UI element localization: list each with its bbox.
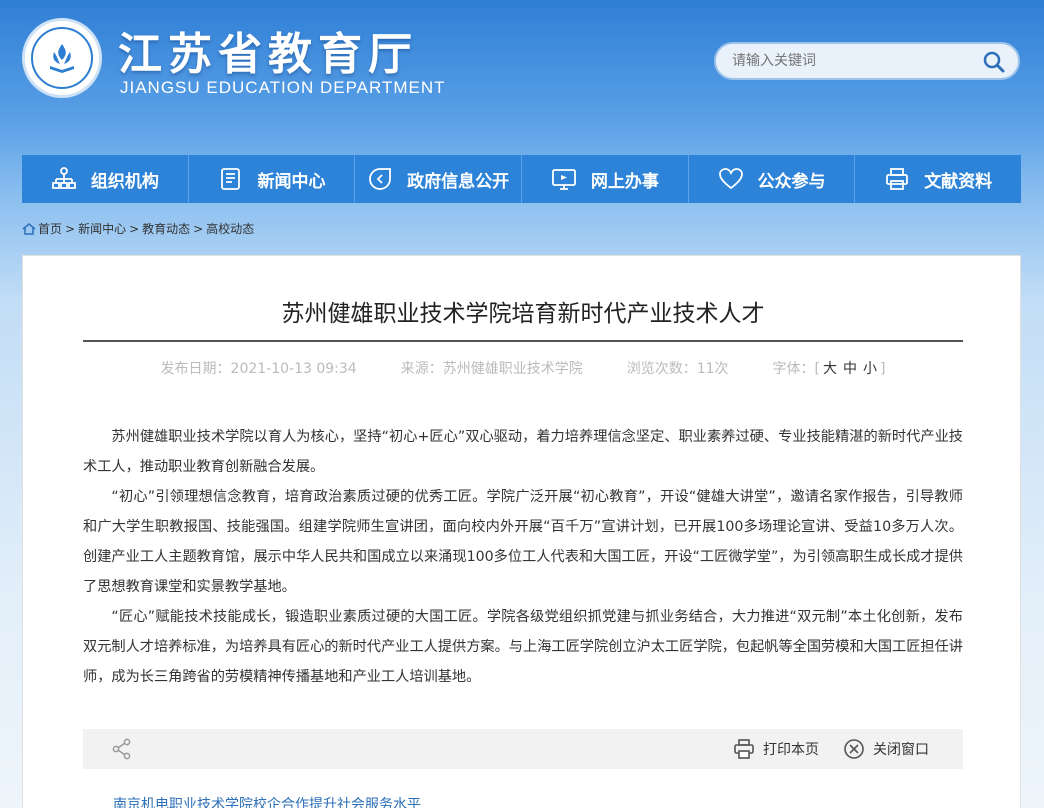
breadcrumb-edu-news[interactable]: 教育动态 [142, 220, 190, 237]
font-size-switcher: 字体：[大中小] [772, 361, 886, 377]
info-open-icon [369, 168, 392, 190]
nav-item-public[interactable]: 公众参与 [689, 155, 856, 203]
org-chart-icon [51, 167, 76, 189]
breadcrumb: 首页 > 新闻中心 > 教育动态 > 高校动态 [22, 220, 254, 237]
nav-label: 政府信息公开 [407, 171, 510, 192]
nav-item-docs[interactable]: 文献资料 [855, 155, 1021, 203]
share-icon[interactable] [111, 738, 133, 760]
nav-item-info-open[interactable]: 政府信息公开 [355, 155, 523, 203]
print-button[interactable]: 打印本页 [733, 738, 819, 760]
nav-label: 新闻中心 [257, 171, 326, 192]
breadcrumb-separator: > [65, 221, 76, 236]
paragraph: “匠心”赋能技术技能成长，锻造职业素质过硬的大国工匠。学院各级党组织抓党建与抓业… [83, 609, 963, 685]
printer-icon [886, 168, 909, 190]
home-icon [22, 222, 36, 235]
close-window-button[interactable]: 关闭窗口 [843, 738, 929, 760]
paragraph: 苏州健雄职业技术学院以育人为核心，坚持“初心+匠心”双心驱动，着力培养理信念坚定… [83, 429, 963, 475]
font-medium-button[interactable]: 中 [843, 361, 857, 377]
nav-item-online-service[interactable]: 网上办事 [522, 155, 689, 203]
printer-icon [734, 739, 754, 759]
site-header: 江苏省教育厅 JIANGSU EDUCATION DEPARTMENT [0, 0, 1044, 150]
article-source: 来源：苏州健雄职业技术学院 [400, 361, 583, 377]
main-nav: 组织机构 新闻中心 政府信息公开 网上办事 公众参与 文献资料 [22, 155, 1021, 203]
paragraph: “初心”引领理想信念教育，培育政治素质过硬的优秀工匠。学院广泛开展“初心教育”，… [83, 489, 963, 595]
breadcrumb-news[interactable]: 新闻中心 [78, 220, 126, 237]
search-input[interactable] [732, 51, 972, 71]
article-title: 苏州健雄职业技术学院培育新时代产业技术人才 [281, 301, 765, 327]
heart-icon [718, 168, 743, 190]
education-emblem-logo[interactable] [22, 18, 102, 98]
article-body: 苏州健雄职业技术学院以育人为核心，坚持“初心+匠心”双心驱动，着力培养理信念坚定… [83, 422, 963, 692]
article-container: 苏州健雄职业技术学院培育新时代产业技术人才 发布日期：2021-10-13 09… [22, 255, 1021, 808]
article-meta: 发布日期：2021-10-13 09:34 来源：苏州健雄职业技术学院 浏览次数… [83, 358, 963, 378]
book-flame-icon [50, 44, 74, 73]
close-label: 关闭窗口 [873, 742, 929, 758]
nav-label: 文献资料 [924, 171, 993, 192]
nav-label: 网上办事 [590, 171, 659, 192]
font-large-button[interactable]: 大 [823, 361, 837, 377]
search-box [714, 42, 1020, 80]
nav-label: 组织机构 [90, 171, 159, 192]
nav-label: 公众参与 [757, 171, 826, 192]
view-count: 浏览次数：11次 [626, 361, 729, 377]
publish-date: 发布日期：2021-10-13 09:34 [160, 361, 357, 377]
breadcrumb-college-news[interactable]: 高校动态 [206, 220, 254, 237]
print-label: 打印本页 [763, 742, 819, 758]
nav-item-org[interactable]: 组织机构 [22, 155, 189, 203]
font-small-button[interactable]: 小 [863, 361, 877, 377]
breadcrumb-separator: > [129, 221, 140, 236]
nav-item-news[interactable]: 新闻中心 [189, 155, 356, 203]
title-divider [83, 340, 963, 342]
search-icon[interactable] [982, 50, 1006, 74]
related-article-link[interactable]: 南京机电职业技术学院校企合作提升社会服务水平 [113, 794, 421, 808]
breadcrumb-separator: > [193, 221, 204, 236]
site-title: 江苏省教育厅 [118, 29, 418, 80]
font-size-label: 字体： [772, 361, 815, 377]
site-subtitle: JIANGSU EDUCATION DEPARTMENT [120, 78, 446, 97]
article-toolbar: 打印本页 关闭窗口 [83, 729, 963, 769]
breadcrumb-home[interactable]: 首页 [38, 220, 62, 237]
news-icon [220, 168, 240, 190]
close-icon [844, 739, 864, 759]
online-service-icon [551, 169, 576, 190]
